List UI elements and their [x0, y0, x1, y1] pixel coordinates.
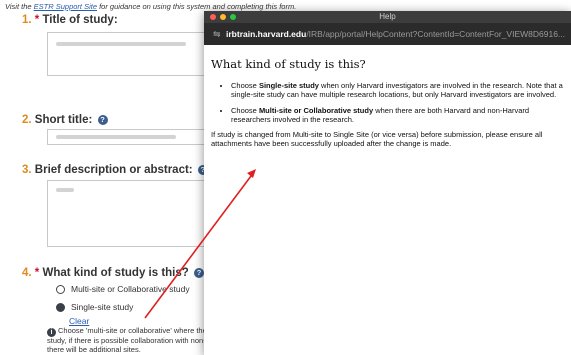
estr-support-link[interactable]: ESTR Support Site	[34, 2, 97, 11]
window-titlebar[interactable]: Help	[204, 11, 571, 23]
question-text: Short title:	[34, 114, 93, 126]
question-4-label: 4. * What kind of study is this? ?	[22, 267, 204, 279]
bullet-lead: Choose	[231, 105, 259, 115]
blurred-text	[56, 188, 74, 192]
site-settings-icon[interactable]: ⇋	[213, 29, 221, 40]
help-circle-icon[interactable]: ?	[194, 268, 204, 278]
help-heading: What kind of study is this?	[211, 57, 366, 71]
help-bullet-single: Choose Single-site study when only Harva…	[231, 81, 563, 100]
abstract-input[interactable]	[47, 180, 209, 247]
intro-prefix: Visit the	[5, 2, 34, 11]
help-paragraph: If study is changed from Multi-site to S…	[211, 130, 543, 149]
url-text: irbtrain.harvard.edu/IRB/app/portal/Help…	[226, 29, 565, 39]
question-text: What kind of study is this?	[42, 267, 189, 279]
question-3-label: 3. Brief description or abstract: ?	[22, 164, 208, 176]
required-marker: *	[34, 267, 40, 279]
help-bullets: Choose Single-site study when only Harva…	[211, 81, 563, 124]
help-bullet-multi: Choose Multi-site or Collaborative study…	[231, 106, 563, 125]
blurred-text	[56, 135, 176, 139]
short-title-input[interactable]	[47, 129, 209, 145]
help-window: Help ⇋ irbtrain.harvard.edu/IRB/app/port…	[204, 11, 571, 355]
question-number: 1.	[22, 14, 32, 26]
url-bar[interactable]: ⇋ irbtrain.harvard.edu/IRB/app/portal/He…	[204, 23, 571, 45]
radio-empty-icon[interactable]	[56, 285, 65, 294]
question-1-label: 1. * Title of study:	[22, 14, 118, 26]
window-title: Help	[379, 12, 396, 21]
help-content: What kind of study is this? Choose Singl…	[211, 57, 563, 149]
radio-multi-site[interactable]: Multi-site or Collaborative study	[56, 284, 190, 294]
radio-single-site[interactable]: Single-site study	[56, 302, 133, 312]
radio-label: Multi-site or Collaborative study	[71, 284, 190, 294]
radio-label: Single-site study	[71, 302, 134, 312]
blurred-text	[56, 42, 186, 46]
intro-text: Visit the ESTR Support Site for guidance…	[5, 2, 296, 11]
help-circle-icon[interactable]: ?	[97, 115, 108, 125]
required-marker: *	[34, 14, 40, 26]
url-path: /IRB/app/portal/HelpContent?ContentId=Co…	[306, 29, 566, 39]
question-text: Brief description or abstract:	[34, 164, 193, 176]
intro-suffix: for guidance on using this system and co…	[97, 2, 297, 11]
question-text: Title of study:	[42, 14, 118, 26]
question-2-label: 2. Short title: ?	[22, 114, 108, 126]
bullet-bold: Multi-site or Collaborative study	[258, 105, 374, 115]
radio-filled-icon[interactable]	[56, 303, 65, 312]
question-number: 2.	[22, 114, 32, 126]
url-host: irbtrain.harvard.edu	[226, 29, 307, 39]
question-number: 3.	[22, 164, 32, 176]
clear-link[interactable]: Clear	[69, 316, 89, 326]
bullet-lead: Choose	[231, 81, 259, 90]
question-number: 4.	[22, 267, 32, 279]
bullet-bold: Single-site study	[258, 81, 319, 90]
